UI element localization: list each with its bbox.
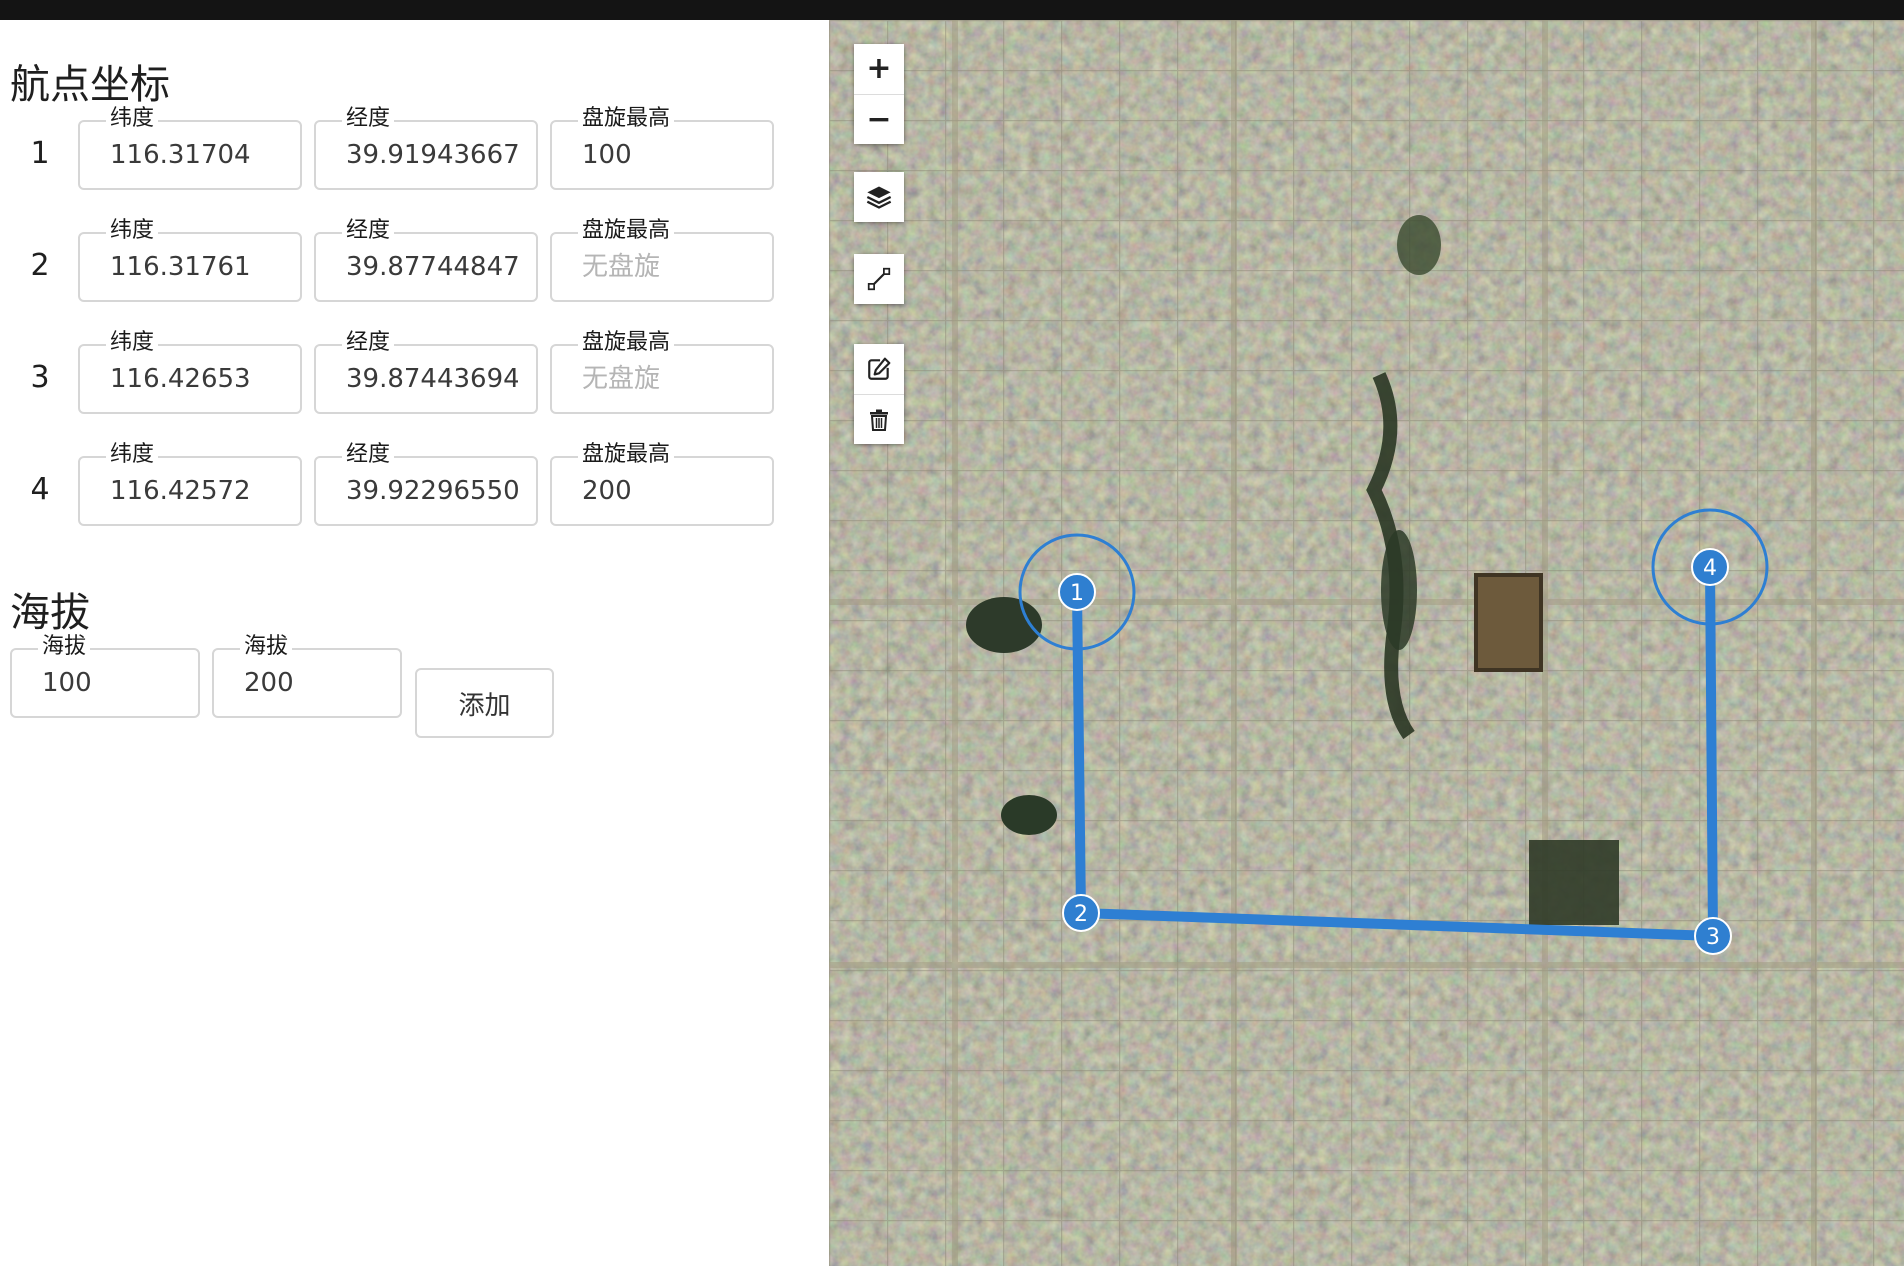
orbit-height-field[interactable]: 盘旋最高 [550,106,774,190]
waypoint-index: 2 [30,248,50,283]
latitude-input[interactable] [110,136,282,174]
delete-layers-button[interactable] [854,394,904,444]
trash-icon [870,409,888,431]
waypoint-index: 3 [30,360,50,395]
latitude-label: 纬度 [106,442,159,468]
layers-icon [866,186,892,209]
waypoint-marker[interactable]: 1 [1058,573,1096,611]
longitude-field[interactable]: 经度 [314,106,538,190]
minus-icon: − [866,102,892,137]
longitude-label: 经度 [342,442,395,468]
altitude-field[interactable]: 海拔 [212,634,402,718]
latitude-label: 纬度 [106,330,159,356]
orbit-height-label: 盘旋最高 [578,218,675,244]
waypoint-marker[interactable]: 4 [1691,548,1729,586]
map-view[interactable]: 1 2 3 4 + − [829,20,1904,1266]
waypoint-index: 1 [30,136,50,171]
longitude-label: 经度 [342,330,395,356]
waypoint-form-panel: 航点坐标 1 纬度 经度 盘旋最高 2 纬度 经度 盘旋最高 3 纬度 经度 盘… [0,20,829,1266]
orbit-height-label: 盘旋最高 [578,106,675,132]
layers-control [854,172,904,222]
draw-control [854,254,904,304]
longitude-input[interactable] [346,360,518,398]
longitude-input[interactable] [346,136,518,174]
altitude-input[interactable] [244,664,394,702]
longitude-field[interactable]: 经度 [314,442,538,526]
svg-text:1: 1 [1070,581,1084,606]
latitude-input[interactable] [110,472,282,510]
altitude-title: 海拔 [10,590,90,636]
svg-text:2: 2 [1074,902,1088,927]
orbit-height-input[interactable] [582,360,754,398]
edit-icon [868,357,891,380]
altitude-field[interactable]: 海拔 [10,634,200,718]
orbit-height-field[interactable]: 盘旋最高 [550,442,774,526]
svg-text:3: 3 [1706,925,1720,950]
altitude-input[interactable] [42,664,192,702]
orbit-height-field[interactable]: 盘旋最高 [550,330,774,414]
draw-polyline-button[interactable] [854,254,904,304]
svg-text:4: 4 [1703,556,1717,581]
orbit-height-label: 盘旋最高 [578,442,675,468]
draw-line-icon [867,267,891,291]
orbit-height-label: 盘旋最高 [578,330,675,356]
top-bar [0,0,1904,20]
layers-button[interactable] [854,172,904,222]
plus-icon: + [866,51,892,86]
zoom-controls: + − [854,44,904,144]
edit-controls [854,344,904,444]
longitude-input[interactable] [346,248,518,286]
latitude-field[interactable]: 纬度 [78,442,302,526]
latitude-field[interactable]: 纬度 [78,106,302,190]
longitude-input[interactable] [346,472,518,510]
altitude-label: 海拔 [240,634,293,660]
latitude-input[interactable] [110,360,282,398]
zoom-out-button[interactable]: − [854,94,904,144]
add-button[interactable]: 添加 [415,668,554,738]
edit-layers-button[interactable] [854,344,904,394]
zoom-in-button[interactable]: + [854,44,904,94]
orbit-height-input[interactable] [582,136,754,174]
waypoint-marker[interactable]: 3 [1694,917,1732,955]
flight-route: 1 2 3 4 [1018,508,1769,955]
orbit-height-input[interactable] [582,472,754,510]
route-line [1072,562,1718,941]
longitude-label: 经度 [342,106,395,132]
waypoints-title: 航点坐标 [10,62,170,108]
latitude-label: 纬度 [106,106,159,132]
waypoint-marker[interactable]: 2 [1062,894,1100,932]
longitude-field[interactable]: 经度 [314,330,538,414]
orbit-height-input[interactable] [582,248,754,286]
longitude-field[interactable]: 经度 [314,218,538,302]
latitude-field[interactable]: 纬度 [78,330,302,414]
latitude-field[interactable]: 纬度 [78,218,302,302]
altitude-label: 海拔 [38,634,91,660]
waypoint-index: 4 [30,472,50,507]
latitude-label: 纬度 [106,218,159,244]
orbit-height-field[interactable]: 盘旋最高 [550,218,774,302]
longitude-label: 经度 [342,218,395,244]
latitude-input[interactable] [110,248,282,286]
